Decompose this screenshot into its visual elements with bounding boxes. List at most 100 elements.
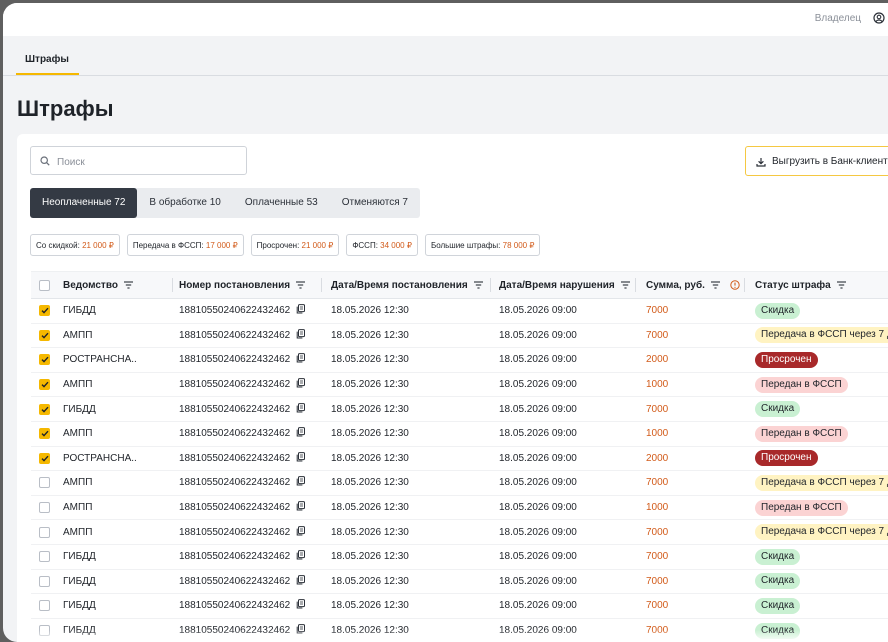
- header-sum-label: Сумма, руб.: [646, 279, 705, 291]
- segment-tab[interactable]: Неоплаченные 72: [30, 188, 138, 218]
- table-row[interactable]: ГИБДД 18810550240622432462 18.05.2026 12:3…: [31, 570, 888, 595]
- copy-icon[interactable]: [296, 451, 306, 465]
- status-badge: Скидка: [755, 401, 801, 418]
- search-input[interactable]: [55, 151, 239, 173]
- copy-icon[interactable]: [296, 304, 306, 317]
- summary-chip[interactable]: Со скидкой: 21 000 ₽: [30, 234, 120, 256]
- user-pin-icon[interactable]: [873, 12, 885, 24]
- chip-label: Большие штрафы:: [430, 241, 501, 250]
- cell-issued: 18.05.2026 12:30: [331, 575, 409, 587]
- summary-chip[interactable]: Передача в ФССП: 17 000 ₽: [126, 234, 244, 256]
- table-row[interactable]: ГИБДД 18810550240622432462 18.05.2026 12:3…: [31, 545, 888, 570]
- table-row[interactable]: ГИБДД 18810550240622432462 18.05.2026 12:3…: [31, 299, 888, 324]
- header-number[interactable]: Номер постановления: [179, 272, 306, 298]
- search-box[interactable]: [30, 146, 247, 175]
- chip-amount: 34 000 ₽: [380, 241, 412, 250]
- chip-amount: 78 000 ₽: [502, 241, 535, 250]
- status-badge: Скидка: [755, 548, 801, 565]
- info-icon[interactable]: [730, 280, 740, 290]
- status-badge: Скидка: [755, 597, 801, 614]
- row-checkbox[interactable]: [39, 477, 50, 489]
- cell-dept: ГИБДД: [63, 551, 96, 563]
- cell-sum: 2000: [646, 452, 669, 464]
- header-dept[interactable]: Ведомство: [63, 272, 133, 298]
- copy-icon[interactable]: [296, 476, 306, 489]
- row-checkbox[interactable]: [39, 452, 50, 464]
- copy-icon[interactable]: [296, 599, 306, 612]
- table-row[interactable]: АМПП 18810550240622432462 18.05.2026 12:30…: [31, 422, 888, 447]
- table-row[interactable]: РОСТРАНСНА.. 18810550240622432462 18.05.20…: [31, 348, 888, 373]
- fines-card: Выгрузить в Банк-клиент Неоплаченные 72В…: [17, 134, 888, 642]
- row-checkbox[interactable]: [39, 329, 50, 341]
- filter-icon[interactable]: [710, 281, 720, 289]
- cell-issued: 18.05.2026 12:30: [331, 526, 409, 538]
- copy-icon[interactable]: [296, 427, 306, 440]
- chip-amount: 21 000 ₽: [82, 241, 114, 250]
- filter-icon[interactable]: [620, 281, 630, 289]
- summary-chip[interactable]: Просрочен: 21 000 ₽: [250, 234, 340, 256]
- header-status[interactable]: Статус штрафа: [755, 272, 846, 298]
- check-icon: [41, 430, 49, 437]
- chip-label: Со скидкой:: [36, 241, 80, 250]
- table-row[interactable]: АМПП 18810550240622432462 18.05.2026 12:30…: [31, 324, 888, 349]
- cell-violation: 18.05.2026 09:00: [499, 354, 577, 366]
- copy-icon[interactable]: [296, 378, 306, 391]
- table-row[interactable]: АМПП 18810550240622432462 18.05.2026 12:30…: [31, 471, 888, 496]
- page-title: Штрафы: [17, 96, 114, 121]
- copy-icon[interactable]: [296, 550, 306, 563]
- table-row[interactable]: АМПП 18810550240622432462 18.05.2026 12:30…: [31, 373, 888, 398]
- row-checkbox[interactable]: [39, 403, 50, 415]
- row-checkbox[interactable]: [39, 502, 50, 514]
- filter-icon[interactable]: [123, 281, 133, 289]
- copy-icon[interactable]: [296, 501, 306, 514]
- header-violation[interactable]: Дата/Время нарушения: [499, 272, 630, 298]
- row-checkbox[interactable]: [39, 354, 50, 366]
- header-sum[interactable]: Сумма, руб.: [646, 272, 740, 298]
- copy-icon[interactable]: [296, 328, 306, 342]
- row-select-cell: [39, 348, 50, 372]
- table-row[interactable]: АМПП 18810550240622432462 18.05.2026 12:30…: [31, 520, 888, 545]
- summary-chip[interactable]: Большие штрафы: 78 000 ₽: [424, 234, 541, 256]
- copy-icon[interactable]: [296, 574, 306, 588]
- segment-tab[interactable]: Отменяются 7: [330, 188, 420, 218]
- header-issued[interactable]: Дата/Время постановления: [331, 272, 483, 298]
- row-checkbox[interactable]: [39, 305, 50, 317]
- table-row[interactable]: ГИБДД 18810550240622432462 18.05.2026 12:3…: [31, 397, 888, 422]
- decree-number: 18810550240622432462: [179, 354, 291, 366]
- cell-violation: 18.05.2026 09:00: [499, 526, 577, 538]
- filter-icon[interactable]: [836, 281, 846, 289]
- row-checkbox[interactable]: [39, 428, 50, 440]
- scroll-fade: [17, 630, 888, 642]
- table-row[interactable]: РОСТРАНСНА.. 18810550240622432462 18.05.20…: [31, 447, 888, 472]
- cell-status: Передача в ФССП через 7 дней: [755, 520, 888, 544]
- segment-tab[interactable]: В обработке 10: [137, 188, 232, 218]
- decree-number: 18810550240622432462: [179, 403, 291, 415]
- owner-label[interactable]: Владелец: [815, 13, 861, 24]
- row-checkbox[interactable]: [39, 575, 50, 587]
- cell-dept: АМПП: [63, 379, 93, 391]
- copy-icon[interactable]: [296, 402, 306, 416]
- cell-sum: 7000: [646, 305, 669, 317]
- row-checkbox[interactable]: [39, 379, 50, 391]
- filter-icon[interactable]: [296, 281, 306, 289]
- tab-fines[interactable]: Штрафы: [16, 50, 78, 72]
- cell-sum: 2000: [646, 354, 669, 366]
- summary-chip[interactable]: ФССП: 34 000 ₽: [346, 234, 418, 256]
- row-checkbox[interactable]: [39, 526, 50, 538]
- table-row[interactable]: АМПП 18810550240622432462 18.05.2026 12:30…: [31, 496, 888, 521]
- select-all-checkbox[interactable]: [39, 279, 50, 291]
- cell-violation: 18.05.2026 09:00: [499, 502, 577, 514]
- copy-icon[interactable]: [296, 525, 306, 539]
- cell-status: Просрочен: [755, 447, 818, 471]
- active-tab-indicator: [16, 73, 79, 75]
- copy-icon[interactable]: [296, 353, 306, 366]
- decree-number: 18810550240622432462: [179, 305, 291, 317]
- segment-tab[interactable]: Оплаченные 53: [233, 188, 330, 218]
- decree-number: 18810550240622432462: [179, 502, 291, 514]
- row-checkbox[interactable]: [39, 600, 50, 612]
- filter-icon[interactable]: [473, 281, 483, 289]
- table-row[interactable]: ГИБДД 18810550240622432462 18.05.2026 12:3…: [31, 594, 888, 619]
- export-bank-client-button[interactable]: Выгрузить в Банк-клиент: [745, 146, 888, 176]
- top-bar: Владелец: [3, 3, 888, 36]
- row-checkbox[interactable]: [39, 551, 50, 563]
